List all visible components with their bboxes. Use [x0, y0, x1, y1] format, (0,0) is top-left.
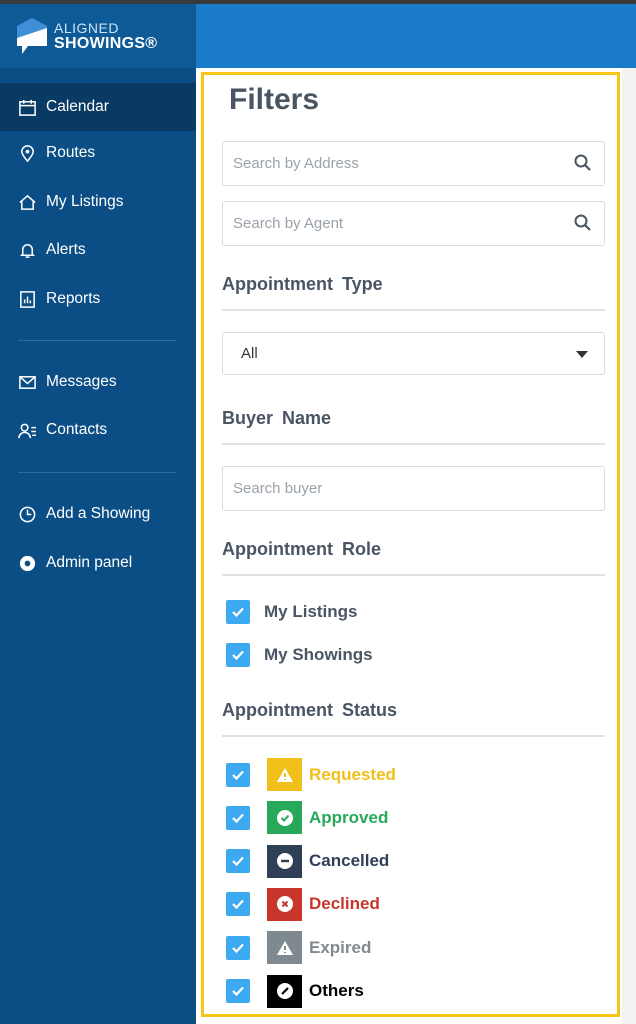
sidebar-item-label: Routes — [46, 144, 96, 161]
check-icon — [232, 813, 244, 823]
buyer-placeholder: Search buyer — [233, 480, 323, 497]
sidebar-item-admin-panel[interactable]: Admin panel — [0, 539, 196, 587]
minus-circle-icon — [276, 853, 293, 870]
address-search-input[interactable]: Search by Address — [222, 141, 605, 186]
bell-icon — [19, 243, 36, 258]
sidebar: ALIGNED SHOWINGS® Calendar Routes My List… — [0, 4, 196, 1024]
admin-icon — [19, 555, 36, 571]
sidebar-item-add-showing[interactable]: Add a Showing — [0, 490, 196, 538]
status-checkbox-row[interactable]: Expired — [226, 931, 372, 965]
sidebar-item-contacts[interactable]: Contacts — [0, 406, 196, 454]
checkbox[interactable] — [226, 600, 250, 624]
status-label: Cancelled — [309, 851, 390, 871]
checkbox[interactable] — [226, 979, 250, 1003]
status-checkbox-row[interactable]: Approved — [226, 801, 389, 835]
checkbox[interactable] — [226, 935, 250, 960]
status-badge — [267, 758, 302, 791]
sidebar-item-reports[interactable]: Reports — [0, 275, 196, 323]
sidebar-divider — [18, 340, 176, 341]
status-checkbox-row[interactable]: Cancelled — [226, 844, 390, 878]
appointment-status-heading: Appointment Status — [222, 700, 605, 737]
sidebar-item-label: Messages — [46, 373, 117, 390]
appointment-type-heading: Appointment Type — [222, 274, 605, 311]
check-icon — [232, 650, 244, 661]
brand-line2: SHOWINGS® — [54, 35, 158, 52]
status-badge — [267, 844, 302, 878]
calendar-icon — [19, 99, 36, 116]
address-placeholder: Search by Address — [233, 155, 359, 172]
checkbox[interactable] — [226, 762, 250, 787]
status-checkbox-row[interactable]: Declined — [226, 887, 380, 921]
role-label: My Listings — [264, 602, 358, 621]
sidebar-item-alerts[interactable]: Alerts — [0, 226, 196, 274]
sidebar-item-messages[interactable]: Messages — [0, 358, 196, 406]
status-label: Declined — [309, 894, 380, 914]
buyer-search-input[interactable]: Search buyer — [222, 466, 605, 511]
status-label: Approved — [309, 807, 389, 827]
status-badge — [267, 801, 302, 835]
checkbox[interactable] — [226, 849, 250, 874]
check-icon — [232, 607, 244, 618]
status-badge — [267, 931, 302, 965]
search-icon[interactable] — [574, 214, 592, 232]
appointment-role-heading: Appointment Role — [222, 539, 605, 576]
sidebar-item-label: My Listings — [46, 193, 124, 210]
check-icon — [232, 943, 244, 953]
sidebar-item-routes[interactable]: Routes — [0, 129, 196, 177]
sidebar-item-label: Alerts — [46, 241, 86, 258]
agent-placeholder: Search by Agent — [233, 215, 344, 232]
status-badge — [267, 887, 302, 921]
chevron-down-icon — [576, 351, 588, 358]
mail-icon — [19, 375, 36, 389]
top-bar — [196, 4, 636, 68]
appointment-type-value: All — [241, 345, 258, 362]
sidebar-item-label: Calendar — [46, 98, 109, 115]
role-label: My Showings — [264, 645, 373, 664]
contacts-icon — [18, 423, 37, 438]
sidebar-item-my-listings[interactable]: My Listings — [0, 178, 196, 226]
status-label: Others — [309, 981, 364, 1000]
sidebar-item-label: Admin panel — [46, 554, 133, 571]
checkbox[interactable] — [226, 643, 250, 667]
logo-icon — [17, 18, 47, 54]
report-icon — [20, 290, 35, 308]
x-circle-icon — [276, 896, 293, 913]
brand-logo[interactable]: ALIGNED SHOWINGS® — [0, 4, 196, 68]
page-title: Filters — [229, 83, 320, 116]
search-icon[interactable] — [574, 154, 592, 172]
role-checkbox-row[interactable]: My Showings — [226, 643, 373, 667]
buyer-name-heading: Buyer Name — [222, 408, 605, 445]
sidebar-divider — [18, 472, 176, 473]
check-icon — [232, 856, 244, 867]
check-circle-icon — [276, 809, 293, 826]
check-icon — [232, 986, 244, 997]
checkbox[interactable] — [226, 805, 250, 830]
agent-search-input[interactable]: Search by Agent — [222, 201, 605, 246]
status-checkbox-row[interactable]: Requested — [226, 758, 396, 791]
scroll-area — [622, 68, 636, 1024]
map-pin-icon — [21, 144, 34, 162]
status-checkbox-row[interactable]: Others — [226, 974, 364, 1008]
clock-icon — [19, 506, 36, 522]
checkbox[interactable] — [226, 892, 250, 917]
sidebar-item-label: Add a Showing — [46, 505, 151, 522]
check-icon — [232, 770, 244, 780]
filters-panel: Filters Search by Address Search by Agen… — [201, 72, 620, 1017]
sidebar-item-label: Contacts — [46, 421, 108, 438]
appointment-type-select[interactable]: All — [222, 332, 605, 375]
role-checkbox-row[interactable]: My Listings — [226, 600, 358, 624]
status-badge — [267, 974, 302, 1008]
sidebar-item-label: Reports — [46, 290, 101, 307]
compass-icon — [276, 983, 293, 999]
home-icon — [19, 194, 36, 210]
warning-icon — [276, 767, 293, 782]
sidebar-item-calendar[interactable]: Calendar — [0, 83, 196, 131]
status-label: Requested — [309, 764, 396, 784]
warning-icon — [276, 940, 293, 955]
check-icon — [232, 900, 244, 910]
status-label: Expired — [309, 937, 372, 957]
brand-line1: ALIGNED — [54, 20, 119, 36]
